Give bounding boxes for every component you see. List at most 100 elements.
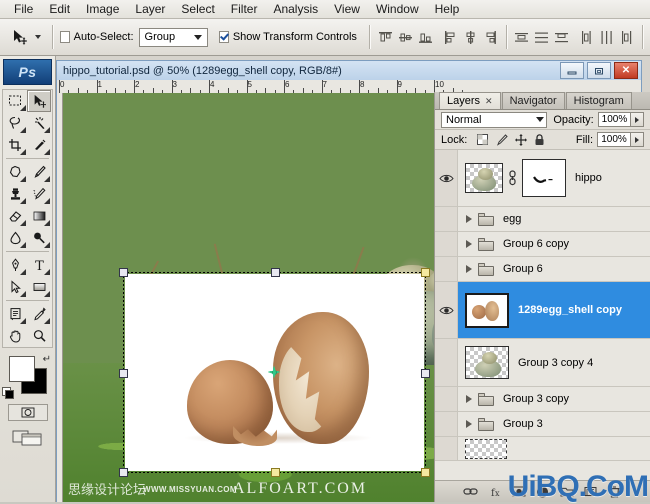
standard-mode-icon[interactable]: [7, 404, 48, 421]
lock-all-icon[interactable]: [533, 133, 546, 146]
fill-input[interactable]: 100%: [597, 132, 631, 147]
tab-histogram[interactable]: Histogram: [565, 92, 632, 109]
eyedropper-tool[interactable]: [27, 303, 51, 325]
menu-item-edit[interactable]: Edit: [41, 0, 78, 18]
layer-visibility-toggle[interactable]: [435, 412, 458, 436]
menu-item-help[interactable]: Help: [427, 0, 468, 18]
menu-item-layer[interactable]: Layer: [127, 0, 173, 18]
layer-thumbnail[interactable]: [465, 438, 507, 459]
pen-tool[interactable]: [3, 254, 27, 276]
menu-item-window[interactable]: Window: [368, 0, 427, 18]
layer-visibility-toggle[interactable]: [435, 339, 458, 386]
transform-handle-top-left[interactable]: [119, 268, 128, 277]
layer-row-group-3-copy[interactable]: Group 3 copy: [435, 387, 650, 412]
align-right-edges-icon[interactable]: [482, 29, 499, 46]
layer-style-icon[interactable]: fx: [487, 485, 502, 499]
hand-tool[interactable]: [3, 325, 27, 347]
expand-arrow-icon[interactable]: [466, 395, 472, 403]
eraser-tool[interactable]: [3, 205, 27, 227]
layer-row-partial[interactable]: [435, 437, 650, 461]
clone-stamp-tool[interactable]: [3, 183, 27, 205]
layer-row-group-6-copy[interactable]: Group 6 copy: [435, 232, 650, 257]
slice-tool[interactable]: [27, 134, 51, 156]
lasso-tool[interactable]: [3, 112, 27, 134]
rectangular-marquee-tool[interactable]: [3, 90, 27, 112]
layer-visibility-toggle[interactable]: [435, 282, 458, 338]
transform-handle-bottom-right[interactable]: [421, 468, 430, 477]
menu-item-view[interactable]: View: [326, 0, 368, 18]
tab-layers[interactable]: Layers ✕: [439, 92, 501, 109]
show-transform-controls-checkbox[interactable]: [218, 31, 229, 43]
menu-item-image[interactable]: Image: [78, 0, 127, 18]
transform-handle-middle-right[interactable]: [421, 368, 430, 378]
document-title-bar[interactable]: hippo_tutorial.psd @ 50% (1289egg_shell …: [56, 60, 642, 80]
dodge-tool[interactable]: [27, 227, 51, 249]
adjustment-layer-icon[interactable]: [535, 485, 550, 499]
transform-handle-bottom-center[interactable]: [270, 468, 280, 477]
opacity-input[interactable]: 100%: [597, 112, 632, 127]
new-group-icon[interactable]: [559, 485, 574, 499]
blur-tool[interactable]: [3, 227, 27, 249]
tab-navigator[interactable]: Navigator: [501, 92, 565, 109]
swap-colors-icon[interactable]: ↵: [43, 354, 51, 365]
transform-reference-point[interactable]: [268, 366, 281, 379]
layer-row-group-3[interactable]: Group 3: [435, 412, 650, 437]
minimize-button[interactable]: [560, 62, 584, 79]
new-layer-icon[interactable]: [583, 485, 598, 499]
layer-row-group-3-copy-4[interactable]: Group 3 copy 4: [435, 339, 650, 387]
menu-item-analysis[interactable]: Analysis: [265, 0, 326, 18]
path-selection-tool[interactable]: [3, 276, 27, 298]
expand-arrow-icon[interactable]: [466, 215, 472, 223]
align-bottom-edges-icon[interactable]: [417, 29, 434, 46]
align-top-edges-icon[interactable]: [377, 29, 394, 46]
layer-thumbnail[interactable]: [465, 346, 509, 379]
align-left-edges-icon[interactable]: [442, 29, 459, 46]
distribute-vertical-centers-icon[interactable]: [533, 29, 550, 46]
layer-thumbnail[interactable]: [465, 163, 503, 193]
layer-visibility-toggle[interactable]: [435, 387, 458, 411]
delete-layer-icon[interactable]: [607, 485, 622, 499]
restore-button[interactable]: [587, 62, 611, 79]
layer-thumbnail[interactable]: [465, 292, 509, 328]
align-vertical-centers-icon[interactable]: [397, 29, 414, 46]
crop-tool[interactable]: [3, 134, 27, 156]
distribute-bottom-edges-icon[interactable]: [553, 29, 570, 46]
default-colors-icon[interactable]: [2, 387, 14, 399]
menu-item-file[interactable]: File: [6, 0, 41, 18]
transform-handle-top-center[interactable]: [270, 268, 280, 277]
layer-visibility-toggle[interactable]: [435, 232, 458, 256]
fill-slider-button[interactable]: [631, 132, 644, 147]
link-layers-icon[interactable]: [463, 485, 478, 499]
layer-visibility-toggle[interactable]: [435, 150, 458, 206]
layer-row-egg[interactable]: egg: [435, 207, 650, 232]
distribute-horizontal-centers-icon[interactable]: [598, 29, 615, 46]
layer-visibility-toggle[interactable]: [435, 437, 458, 460]
layer-list[interactable]: hippo egg Group 6 copy Group 6 1289egg_s…: [435, 150, 650, 480]
screen-mode-button[interactable]: [11, 427, 45, 447]
auto-select-checkbox[interactable]: [59, 31, 70, 43]
distribute-top-edges-icon[interactable]: [513, 29, 530, 46]
transform-handle-middle-left[interactable]: [119, 368, 128, 378]
transform-bounding-box[interactable]: [119, 268, 430, 477]
align-horizontal-centers-icon[interactable]: [462, 29, 479, 46]
layer-mask-thumbnail[interactable]: [522, 159, 566, 197]
lock-position-icon[interactable]: [514, 133, 527, 146]
close-icon[interactable]: ✕: [485, 96, 493, 107]
opacity-slider-button[interactable]: [631, 112, 644, 127]
distribute-right-edges-icon[interactable]: [618, 29, 635, 46]
active-tool-preset-picker[interactable]: [0, 26, 45, 48]
healing-brush-tool[interactable]: [3, 161, 27, 183]
move-tool[interactable]: [27, 90, 51, 112]
distribute-left-edges-icon[interactable]: [578, 29, 595, 46]
gradient-tool[interactable]: [27, 205, 51, 227]
expand-arrow-icon[interactable]: [466, 240, 472, 248]
auto-select-dropdown[interactable]: Group: [138, 27, 208, 47]
lock-transparent-pixels-icon[interactable]: [476, 133, 489, 146]
layer-visibility-toggle[interactable]: [435, 257, 458, 281]
magic-wand-tool[interactable]: [27, 112, 51, 134]
menu-item-filter[interactable]: Filter: [223, 0, 266, 18]
layer-row-group-6[interactable]: Group 6: [435, 257, 650, 282]
layer-row-hippo[interactable]: hippo: [435, 150, 650, 207]
blend-mode-dropdown[interactable]: Normal: [441, 111, 548, 128]
layer-visibility-toggle[interactable]: [435, 207, 458, 231]
